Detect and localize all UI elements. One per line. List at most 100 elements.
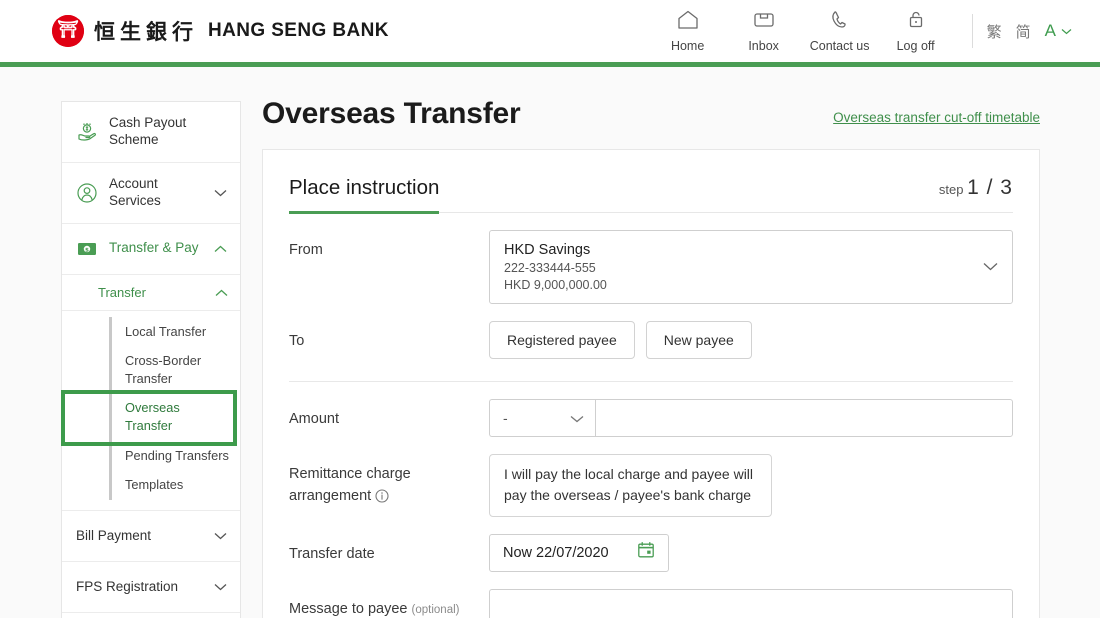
text-size-label: A (1044, 21, 1056, 40)
currency-select[interactable]: - (489, 399, 595, 437)
page-header: Overseas Transfer Overseas transfer cut-… (262, 97, 1040, 131)
amount-input-group: - (489, 399, 1013, 437)
brand-logo[interactable]: ⛩ 恒生銀行 HANG SENG BANK (52, 15, 389, 47)
chevron-down-icon (983, 258, 998, 276)
calendar-icon[interactable] (637, 541, 655, 564)
nav-inbox[interactable]: Inbox (726, 9, 802, 53)
amount-row: Amount - (289, 382, 1013, 437)
cutoff-timetable-link[interactable]: Overseas transfer cut-off timetable (833, 110, 1040, 131)
remittance-label-line2: arrangement (289, 488, 372, 505)
amount-input[interactable] (595, 399, 1013, 437)
chevron-down-icon (214, 189, 228, 197)
transfer-date-row: Transfer date Now 22/07/2020 (289, 517, 1013, 572)
transfer-date-value: Now 22/07/2020 (503, 544, 609, 561)
new-payee-button[interactable]: New payee (645, 321, 752, 359)
remittance-value-line2: pay the overseas / payee's bank charge (504, 487, 752, 504)
sidebar-item-bill-payment[interactable]: Bill Payment (62, 511, 240, 563)
chevron-down-icon (214, 532, 228, 540)
nav-contact-us[interactable]: Contact us (802, 9, 878, 53)
chevron-down-icon (1061, 22, 1072, 40)
chevron-up-icon (214, 245, 228, 253)
page-body: Cash Payout Scheme Account Services $ Tr… (0, 67, 1100, 618)
message-to-payee-input[interactable] (489, 588, 1013, 618)
remittance-charge-select[interactable]: I will pay the local charge and payee wi… (489, 454, 772, 517)
sidebar-item-cross-border-transfer[interactable]: Cross-Border Transfer (62, 346, 240, 394)
to-row: To Registered payee New payee (289, 304, 1013, 359)
nav-log-off-label: Log off (896, 39, 935, 53)
chevron-down-icon (214, 583, 228, 591)
info-icon[interactable] (375, 489, 389, 504)
sidebar-item-transfer-and-pay[interactable]: $ Transfer & Pay (62, 224, 240, 275)
sidebar-item-e-cheque[interactable]: e-Cheque (62, 613, 240, 618)
from-label: From (289, 242, 323, 258)
header-navigation: Home Inbox Contact us Log off 繁 简 A (650, 9, 1076, 53)
from-row: From HKD Savings 222-333444-555 HKD 9,00… (289, 213, 1013, 304)
transfer-pay-icon: $ (76, 238, 98, 260)
remittance-charge-fields: I will pay the local charge and payee wi… (489, 454, 1013, 517)
logo-glyph: ⛩ (57, 19, 79, 40)
inbox-icon (752, 9, 776, 35)
place-instruction-card: Place instruction step 1 / 3 From HKD Sa… (262, 149, 1040, 618)
lang-traditional-chinese[interactable]: 繁 (987, 21, 1002, 42)
phone-icon (828, 9, 852, 35)
amount-fields: - (489, 399, 1013, 437)
nav-home[interactable]: Home (650, 9, 726, 53)
nav-contact-us-label: Contact us (809, 39, 870, 53)
text-size-selector[interactable]: A (1045, 21, 1072, 41)
chevron-up-icon (215, 285, 228, 300)
nav-home-label: Home (670, 39, 705, 53)
lang-simplified-chinese[interactable]: 简 (1016, 21, 1031, 42)
sidebar-item-cash-payout-scheme[interactable]: Cash Payout Scheme (62, 102, 240, 163)
nav-inbox-label: Inbox (748, 39, 779, 53)
sidebar-item-pending-transfers[interactable]: Pending Transfers (62, 440, 240, 471)
card-header: Place instruction step 1 / 3 (289, 176, 1013, 214)
message-optional-tag: (optional) (411, 603, 460, 616)
hang-seng-logo-icon: ⛩ (52, 15, 84, 47)
sidebar-item-bill-payment-label: Bill Payment (76, 527, 152, 543)
sidebar-group-transfer[interactable]: Transfer (62, 275, 240, 311)
transfer-date-label: Transfer date (289, 545, 375, 562)
nav-log-off[interactable]: Log off (878, 9, 954, 53)
remittance-charge-label: Remittance charge arrangement (289, 454, 489, 508)
registered-payee-button[interactable]: Registered payee (489, 321, 635, 359)
cash-payout-icon (76, 121, 98, 143)
sidebar-item-transfer-and-pay-label: Transfer & Pay (109, 240, 199, 256)
from-account-number: 222-333444-555 (504, 261, 596, 275)
brand-name-english: HANG SENG BANK (208, 20, 389, 41)
from-account-name: HKD Savings (504, 242, 591, 258)
sidebar-transfer-children: Local Transfer Cross-Border Transfer Ove… (62, 311, 240, 512)
message-to-payee-label: Message to payee (optional) (289, 589, 489, 618)
step-indicator: step 1 / 3 (939, 176, 1013, 200)
transfer-date-picker[interactable]: Now 22/07/2020 (489, 533, 669, 572)
amount-label: Amount (289, 411, 339, 427)
sidebar-item-overseas-transfer[interactable]: Overseas Transfer (62, 393, 240, 442)
sidebar-item-account-services[interactable]: Account Services (62, 163, 240, 224)
sidebar-item-fps-registration-label: FPS Registration (76, 578, 179, 594)
from-account-balance: HKD 9,000,000.00 (504, 278, 607, 292)
payee-type-buttons: Registered payee New payee (489, 321, 1013, 359)
chevron-down-icon (570, 410, 584, 426)
language-selector: 繁 简 A (987, 21, 1076, 42)
account-services-icon (76, 182, 98, 204)
site-header: ⛩ 恒生銀行 HANG SENG BANK Home Inbox Contact… (0, 0, 1100, 62)
message-label-text: Message to payee (289, 600, 408, 617)
sidebar-item-templates[interactable]: Templates (62, 470, 240, 500)
remittance-value-line1: I will pay the local charge and payee wi… (504, 466, 754, 482)
card-title: Place instruction (289, 176, 440, 214)
to-fields: Registered payee New payee (489, 321, 1013, 359)
remittance-charge-row: Remittance charge arrangement I will pay… (289, 437, 1013, 517)
lock-icon (904, 9, 928, 35)
home-icon (676, 9, 700, 35)
main-content: Overseas Transfer Overseas transfer cut-… (241, 67, 1100, 618)
sidebar-item-fps-registration[interactable]: FPS Registration (62, 562, 240, 614)
from-account-select[interactable]: HKD Savings 222-333444-555 HKD 9,000,000… (489, 230, 1013, 304)
step-value: 1 / 3 (967, 176, 1013, 199)
sidebar-group-transfer-label: Transfer (98, 284, 146, 300)
from-fields: HKD Savings 222-333444-555 HKD 9,000,000… (489, 230, 1013, 304)
sidebar-navigation: Cash Payout Scheme Account Services $ Tr… (61, 101, 241, 618)
message-to-payee-row: Message to payee (optional) (289, 572, 1013, 618)
header-divider (971, 14, 973, 48)
sidebar-item-local-transfer[interactable]: Local Transfer (62, 316, 240, 347)
message-to-payee-fields (489, 588, 1013, 618)
page-title: Overseas Transfer (262, 97, 521, 130)
